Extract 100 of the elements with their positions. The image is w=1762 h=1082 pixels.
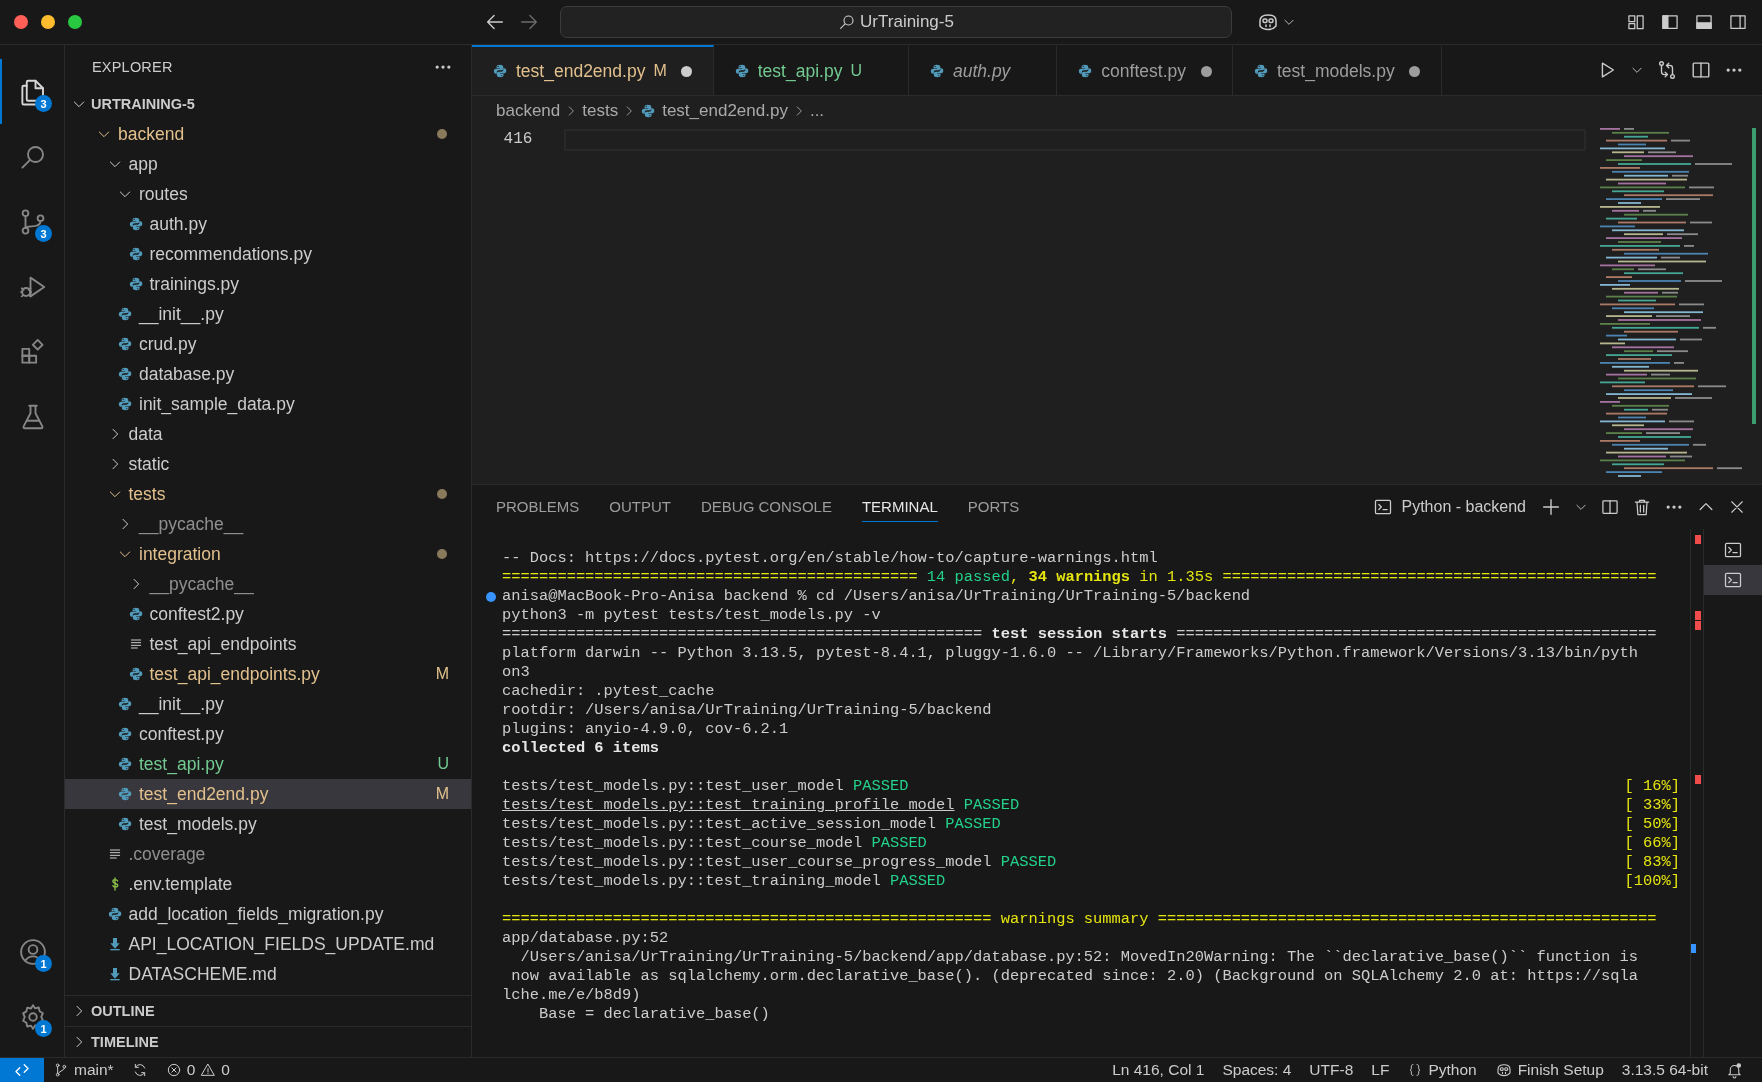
status-item[interactable]: Spaces: 4: [1213, 1061, 1301, 1079]
terminal-line: tests/test_models.py::test_training_profile_model PASSED: [502, 796, 1020, 815]
status-item[interactable]: LF: [1362, 1061, 1399, 1079]
tree-item[interactable]: test_api.py U: [65, 749, 471, 779]
explorer-title: EXPLORER: [92, 59, 173, 75]
tree-item[interactable]: crud.py: [65, 329, 471, 359]
terminal-line: tests/test_models.py::test_training_model PASSED: [502, 872, 946, 891]
panel-tab[interactable]: TERMINAL: [861, 492, 938, 522]
toggle-secondary-sidebar-icon[interactable]: [1728, 12, 1748, 32]
tree-item[interactable]: routes: [65, 179, 471, 209]
tree-item[interactable]: tests: [65, 479, 471, 509]
terminal-icon: [1723, 570, 1743, 590]
activity-bar-item[interactable]: 3: [0, 59, 64, 124]
tree-item[interactable]: add_location_fields_migration.py: [65, 899, 471, 929]
terminal-line: -- Docs: https://docs.pytest.org/en/stable/how-to/capture-warnings.html: [502, 549, 1158, 568]
panel-tab[interactable]: DEBUG CONSOLE: [701, 492, 832, 522]
tree-item[interactable]: test_api_endpoints: [65, 629, 471, 659]
command-status-dot[interactable]: [486, 592, 496, 602]
terminal-line: now available as sqlalchemy.orm.declarative_base(). (deprecated since: 2.0) (Background on SQLAlchemy 2.0 at: https://sqla: [510, 967, 1638, 986]
panel-tab[interactable]: OUTPUT: [609, 492, 672, 522]
scrollbar-thumb[interactable]: [1752, 128, 1756, 424]
interpreter-version[interactable]: 3.13.5 64-bit: [1612, 1061, 1717, 1079]
problems-indicator[interactable]: 0 0: [156, 1061, 239, 1079]
tree-item[interactable]: __pycache__: [65, 569, 471, 599]
terminal-icon: [1373, 497, 1394, 517]
toggle-sidebar-icon[interactable]: [1660, 12, 1680, 32]
tree-item[interactable]: DATASCHEME.md: [65, 959, 471, 989]
tree-item[interactable]: auth.py: [65, 209, 471, 239]
tree-item[interactable]: static: [65, 449, 471, 479]
command-center-search[interactable]: UrTraining-5: [560, 6, 1232, 38]
workspace-folder-header[interactable]: URTRAINING-5: [65, 89, 471, 119]
activity-bar-item[interactable]: 1: [0, 919, 64, 984]
close-window-button[interactable]: [14, 15, 28, 29]
breadcrumb-item[interactable]: test_end2end.py: [640, 101, 788, 121]
tree-item[interactable]: test_end2end.py M: [65, 779, 471, 809]
progress-percent: [ 50%]: [1624, 815, 1680, 834]
activity-bar-item[interactable]: 3: [0, 189, 64, 254]
split-terminal-icon[interactable]: [1600, 497, 1620, 517]
compare-changes-icon[interactable]: [1656, 59, 1678, 81]
tree-item[interactable]: .coverage: [65, 839, 471, 869]
terminal-line: tests/test_models.py::test_active_session_model PASSED: [502, 815, 1001, 834]
tree-item[interactable]: __init__.py: [65, 689, 471, 719]
breadcrumb-item[interactable]: ...: [809, 101, 825, 121]
terminal-line: platform darwin -- Python 3.13.5, pytest-8.4.1, pluggy-1.6.0 -- /Library/Frameworks/Python.framework/Versions/3.13/bin/pyth: [502, 644, 1638, 663]
overview-mark: [1691, 944, 1696, 953]
python-icon: [106, 906, 123, 922]
activity-bar-item[interactable]: 1: [0, 984, 64, 1049]
tree-item[interactable]: test_api_endpoints.py M: [65, 659, 471, 689]
tree-item[interactable]: integration: [65, 539, 471, 569]
breadcrumb-item[interactable]: tests: [582, 101, 619, 121]
section-header[interactable]: TIMELINE: [65, 1026, 471, 1057]
python-icon: [127, 666, 144, 682]
branch-indicator[interactable]: main*: [44, 1061, 123, 1079]
copilot-status[interactable]: Finish Setup: [1485, 1061, 1613, 1079]
tree-item[interactable]: __pycache__: [65, 509, 471, 539]
close-icon[interactable]: [1728, 498, 1746, 516]
plus-icon[interactable]: [1540, 496, 1562, 518]
editor-tab[interactable]: test_end2end.py M: [472, 45, 714, 95]
tree-item[interactable]: backend: [65, 119, 471, 149]
count-badge: 1: [35, 1020, 52, 1037]
customize-layout-icon[interactable]: [1626, 12, 1646, 32]
tree-item[interactable]: test_models.py: [65, 809, 471, 839]
account-icon: [18, 936, 48, 967]
python-icon: [127, 606, 144, 622]
python-icon: [117, 366, 133, 382]
remote-icon: [13, 1061, 31, 1079]
minimize-window-button[interactable]: [41, 15, 55, 29]
git-status-letter: M: [653, 62, 667, 80]
section-header[interactable]: OUTLINE: [65, 995, 471, 1026]
tree-item[interactable]: conftest.py: [65, 719, 471, 749]
tree-item[interactable]: recommendations.py: [65, 239, 471, 269]
tree-item[interactable]: conftest2.py: [65, 599, 471, 629]
terminal-instance[interactable]: [1704, 565, 1762, 595]
tree-item[interactable]: database.py: [65, 359, 471, 389]
status-item[interactable]: UTF-8: [1300, 1061, 1363, 1079]
maximize-window-button[interactable]: [68, 15, 82, 29]
tree-item[interactable]: API_LOCATION_FIELDS_UPDATE.md: [65, 929, 471, 959]
terminal-selector[interactable]: Python - backend: [1373, 497, 1526, 517]
terminal-line: /Users/anisa/UrTraining/UrTraining-5/backend/app/database.py:52: MovedIn20Warning: The ``declarative_base()`` function is: [519, 948, 1638, 967]
tree-item[interactable]: trainings.py: [65, 269, 471, 299]
trash-icon[interactable]: [1632, 497, 1652, 517]
tree-item[interactable]: data: [65, 419, 471, 449]
split-editor-icon[interactable]: [1690, 59, 1712, 81]
tree-item[interactable]: __init__.py: [65, 299, 471, 329]
bell-icon[interactable]: [1726, 1061, 1743, 1079]
python-icon: [117, 696, 133, 712]
terminal-line: tests/test_models.py::test_user_model PASSED: [502, 777, 909, 796]
breadcrumb-item[interactable]: backend: [496, 101, 561, 121]
toggle-panel-icon[interactable]: [1694, 12, 1714, 32]
status-item[interactable]: Ln 416, Col 1: [1103, 1061, 1214, 1079]
remote-button[interactable]: [0, 1058, 44, 1082]
language-mode[interactable]: Python: [1398, 1061, 1486, 1079]
overview-mark: [1695, 775, 1701, 784]
panel-tab[interactable]: PORTS: [967, 492, 1020, 522]
tree-item[interactable]: .env.template: [65, 869, 471, 899]
tree-item[interactable]: init_sample_data.py: [65, 389, 471, 419]
panel-tab[interactable]: PROBLEMS: [496, 492, 580, 522]
line-number: 416: [503, 130, 533, 150]
error-icon: [165, 1062, 182, 1078]
tree-item[interactable]: app: [65, 149, 471, 179]
